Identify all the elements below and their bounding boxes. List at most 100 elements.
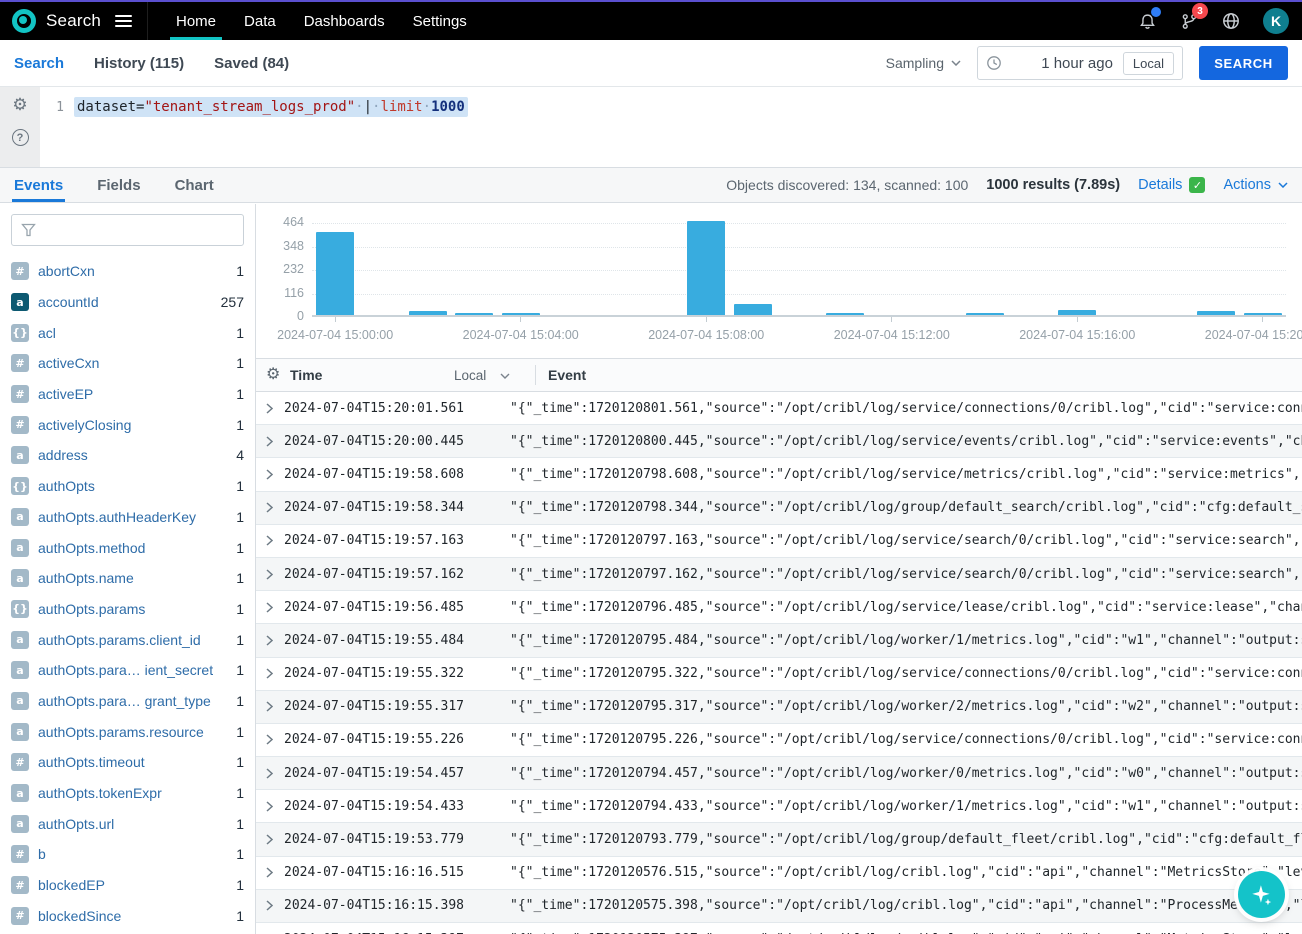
event-row[interactable]: 2024-07-04T15:16:16.515"{"_time":1720120… [256, 857, 1302, 890]
field-item[interactable]: aauthOpts.url1 [11, 808, 244, 839]
event-row[interactable]: 2024-07-04T15:19:57.162"{"_time":1720120… [256, 558, 1302, 591]
field-item[interactable]: aauthOpts.method1 [11, 532, 244, 563]
field-item[interactable]: {}acl1 [11, 317, 244, 348]
field-item[interactable]: #blockedSince1 [11, 900, 244, 931]
globe-icon[interactable] [1221, 11, 1241, 31]
actions-dropdown[interactable]: Actions [1223, 177, 1288, 193]
histogram-bar[interactable] [1058, 310, 1096, 315]
field-item[interactable]: aauthOpts.authHeaderKey1 [11, 502, 244, 533]
expand-chevron-icon[interactable] [266, 768, 278, 779]
search-button[interactable]: SEARCH [1199, 46, 1288, 80]
query-editor[interactable]: ⚙ ? 1 dataset="tenant_stream_logs_prod"·… [0, 86, 1302, 168]
event-row[interactable]: 2024-07-04T15:16:15.397"{"_time":1720120… [256, 923, 1302, 934]
histogram-bar[interactable] [502, 313, 540, 315]
field-item[interactable]: aauthOpts.name1 [11, 563, 244, 594]
results-tab-chart[interactable]: Chart [175, 168, 214, 202]
subtab-saved-84-[interactable]: Saved (84) [214, 55, 289, 72]
histogram-bar[interactable] [409, 311, 447, 315]
expand-chevron-icon[interactable] [266, 734, 278, 745]
expand-chevron-icon[interactable] [266, 668, 278, 679]
field-item[interactable]: #blockedEP1 [11, 870, 244, 901]
event-row[interactable]: 2024-07-04T15:19:56.485"{"_time":1720120… [256, 591, 1302, 624]
editor-help-icon[interactable]: ? [12, 129, 29, 146]
expand-chevron-icon[interactable] [266, 635, 278, 646]
histogram-bar[interactable] [826, 313, 864, 315]
event-row[interactable]: 2024-07-04T15:19:58.344"{"_time":1720120… [256, 492, 1302, 525]
table-settings-gear-icon[interactable]: ⚙ [266, 367, 280, 383]
expand-chevron-icon[interactable] [266, 834, 278, 845]
expand-chevron-icon[interactable] [266, 436, 278, 447]
event-row[interactable]: 2024-07-04T15:19:54.433"{"_time":1720120… [256, 790, 1302, 823]
event-row[interactable]: 2024-07-04T15:20:00.445"{"_time":1720120… [256, 425, 1302, 458]
expand-chevron-icon[interactable] [266, 469, 278, 480]
event-row[interactable]: 2024-07-04T15:19:54.457"{"_time":1720120… [256, 757, 1302, 790]
histogram-bar[interactable] [687, 221, 725, 315]
expand-chevron-icon[interactable] [266, 867, 278, 878]
field-item[interactable]: {}authOpts.params1 [11, 594, 244, 625]
user-avatar[interactable]: K [1263, 8, 1289, 34]
field-item[interactable]: aaccountId257 [11, 287, 244, 318]
event-row[interactable]: 2024-07-04T15:16:15.398"{"_time":1720120… [256, 890, 1302, 923]
histogram-bar[interactable] [455, 313, 493, 315]
topnav-tab-home[interactable]: Home [162, 2, 230, 40]
field-item[interactable]: {}authOpts1 [11, 471, 244, 502]
field-item[interactable]: #activeEP1 [11, 379, 244, 410]
query-text[interactable]: dataset="tenant_stream_logs_prod"·|·limi… [74, 97, 468, 117]
histogram-bar[interactable] [966, 313, 1004, 315]
topnav-tab-data[interactable]: Data [230, 2, 290, 40]
cribl-logo-icon[interactable] [12, 9, 36, 33]
field-item[interactable]: #activeCxn1 [11, 348, 244, 379]
results-tab-events[interactable]: Events [14, 168, 63, 202]
hamburger-menu-icon[interactable] [115, 15, 132, 27]
git-branch-icon[interactable]: 3 [1179, 11, 1199, 31]
event-row[interactable]: 2024-07-04T15:19:55.484"{"_time":1720120… [256, 624, 1302, 657]
field-item[interactable]: aauthOpts.para… grant_type1 [11, 686, 244, 717]
event-row[interactable]: 2024-07-04T15:19:58.608"{"_time":1720120… [256, 458, 1302, 491]
results-tab-fields[interactable]: Fields [97, 168, 140, 202]
field-item[interactable]: aauthOpts.tokenExpr1 [11, 778, 244, 809]
time-range-picker[interactable]: 1 hour ago Local [977, 46, 1183, 80]
chart-plot-area[interactable] [312, 223, 1286, 317]
field-filter-input[interactable] [11, 214, 244, 246]
topnav-tab-settings[interactable]: Settings [399, 2, 481, 40]
field-item[interactable]: #activelyClosing1 [11, 409, 244, 440]
details-link[interactable]: Details ✓ [1138, 177, 1205, 193]
expand-chevron-icon[interactable] [266, 701, 278, 712]
field-item[interactable]: aauthOpts.params.resource1 [11, 716, 244, 747]
expand-chevron-icon[interactable] [266, 403, 278, 414]
event-row[interactable]: 2024-07-04T15:20:01.561"{"_time":1720120… [256, 392, 1302, 425]
sampling-dropdown[interactable]: Sampling [886, 55, 961, 71]
expand-chevron-icon[interactable] [266, 801, 278, 812]
expand-chevron-icon[interactable] [266, 535, 278, 546]
event-row[interactable]: 2024-07-04T15:19:53.779"{"_time":1720120… [256, 823, 1302, 856]
subtab-search[interactable]: Search [14, 55, 64, 72]
histogram-bar[interactable] [734, 304, 772, 315]
editor-settings-gear-icon[interactable]: ⚙ [12, 96, 27, 113]
expand-chevron-icon[interactable] [266, 502, 278, 513]
column-divider[interactable] [535, 365, 536, 385]
field-item[interactable]: #b1 [11, 839, 244, 870]
field-item[interactable]: aauthOpts.params.client_id1 [11, 624, 244, 655]
event-row[interactable]: 2024-07-04T15:19:55.322"{"_time":1720120… [256, 658, 1302, 691]
field-item[interactable]: #abortCxn1 [11, 256, 244, 287]
field-item[interactable]: aaddress4 [11, 440, 244, 471]
event-row[interactable]: 2024-07-04T15:19:55.226"{"_time":1720120… [256, 724, 1302, 757]
field-item[interactable]: #authOpts.timeout1 [11, 747, 244, 778]
ai-copilot-button[interactable] [1238, 871, 1285, 918]
histogram-bar[interactable] [1197, 311, 1235, 315]
timezone-toggle[interactable]: Local [1123, 52, 1174, 75]
histogram-bar[interactable] [1244, 313, 1282, 315]
subtab-history-115-[interactable]: History (115) [94, 55, 184, 72]
histogram-bar[interactable] [316, 232, 354, 315]
field-item[interactable]: aauthOpts.para… ient_secret1 [11, 655, 244, 686]
expand-chevron-icon[interactable] [266, 602, 278, 613]
timezone-column-dropdown[interactable]: Local [454, 368, 510, 383]
notifications-bell-icon[interactable] [1137, 11, 1157, 31]
results-toolbar: EventsFieldsChart Objects discovered: 13… [0, 168, 1302, 203]
event-row[interactable]: 2024-07-04T15:19:55.317"{"_time":1720120… [256, 691, 1302, 724]
topnav-tab-dashboards[interactable]: Dashboards [290, 2, 399, 40]
event-row[interactable]: 2024-07-04T15:19:57.163"{"_time":1720120… [256, 525, 1302, 558]
query-line[interactable]: 1 dataset="tenant_stream_logs_prod"·|·li… [40, 97, 1302, 117]
expand-chevron-icon[interactable] [266, 569, 278, 580]
expand-chevron-icon[interactable] [266, 900, 278, 911]
